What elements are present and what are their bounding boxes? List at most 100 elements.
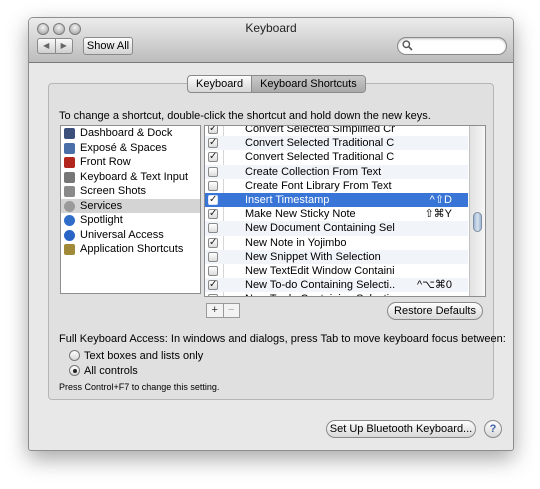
table-row[interactable]: New Snippet With Selection <box>205 249 468 264</box>
category-item[interactable]: Dashboard & Dock <box>61 126 200 141</box>
category-item[interactable]: Front Row <box>61 155 200 170</box>
enable-checkbox[interactable] <box>208 166 218 177</box>
setup-bluetooth-keyboard-button[interactable]: Set Up Bluetooth Keyboard... <box>326 420 476 438</box>
category-label: Front Row <box>80 156 131 168</box>
radio-label: All controls <box>84 365 138 377</box>
restore-defaults-button[interactable]: Restore Defaults <box>387 302 483 320</box>
keyboard-icon <box>64 171 75 183</box>
front-row-icon <box>64 157 75 168</box>
scrollbar-thumb[interactable] <box>473 212 482 232</box>
category-label: Exposé & Spaces <box>80 141 167 154</box>
gear-icon <box>64 200 75 212</box>
service-name: New Snippet With Selection <box>245 250 381 263</box>
table-row[interactable]: New To-do Containing Selecti... <box>205 292 468 296</box>
shortcut-keys[interactable]: ^⌥⌘0 <box>417 278 452 292</box>
service-name: New To-do Containing Selecti... <box>245 279 395 292</box>
table-row[interactable]: ✓ Convert Selected Traditional C... <box>205 150 468 164</box>
enable-checkbox[interactable]: ✓ <box>208 209 218 220</box>
enable-checkbox[interactable] <box>208 294 218 296</box>
category-item[interactable]: Application Shortcuts <box>61 242 200 257</box>
dashboard-icon <box>64 128 75 139</box>
enable-checkbox[interactable]: ✓ <box>208 152 218 163</box>
enable-checkbox[interactable]: ✓ <box>208 126 218 134</box>
service-name: New Note in Yojimbo <box>245 236 347 249</box>
table-row[interactable]: ✓ New To-do Containing Selecti... ^⌥⌘0 <box>205 278 468 293</box>
category-item[interactable]: Spotlight <box>61 213 200 228</box>
service-name: Convert Selected Traditional C... <box>245 137 395 150</box>
category-label: Universal Access <box>80 228 164 241</box>
category-label: Services <box>80 199 123 212</box>
radio-all-controls[interactable]: All controls <box>69 364 229 378</box>
remove-shortcut-button[interactable]: − <box>222 304 240 317</box>
back-button[interactable]: ◀ <box>38 39 55 53</box>
service-name: Create Font Library From Text <box>245 179 392 192</box>
table-row[interactable]: ✓ Convert Selected Simplified Ch... <box>205 125 468 136</box>
service-name: New TextEdit Window Containi... <box>245 264 395 277</box>
category-label: Application Shortcuts <box>80 243 184 255</box>
app-shortcuts-icon <box>64 244 75 255</box>
enable-checkbox[interactable]: ✓ <box>208 280 218 291</box>
radio-text-boxes-only[interactable]: Text boxes and lists only <box>69 349 229 363</box>
shortcut-keys[interactable]: ^⇧D <box>430 193 452 207</box>
screenshot-icon <box>64 186 75 197</box>
help-button[interactable]: ? <box>484 420 502 438</box>
table-row[interactable]: Create Font Library From Text <box>205 179 468 193</box>
category-item[interactable]: Exposé & Spaces <box>61 141 200 156</box>
enable-checkbox[interactable]: ✓ <box>208 237 218 248</box>
table-row[interactable]: ✓ Convert Selected Traditional C... <box>205 136 468 151</box>
category-item[interactable]: Keyboard & Text Input <box>61 170 200 185</box>
instructions-text: To change a shortcut, double-click the s… <box>59 110 431 122</box>
table-row[interactable]: ✓ Make New Sticky Note ⇧⌘Y <box>205 207 468 221</box>
service-name: Make New Sticky Note <box>245 208 356 221</box>
category-label: Screen Shots <box>80 185 147 197</box>
enable-checkbox[interactable]: ✓ <box>208 194 218 205</box>
category-item[interactable]: Universal Access <box>61 228 200 243</box>
category-list[interactable]: Dashboard & Dock Exposé & Spaces Front Row… <box>60 125 201 294</box>
service-name: New Document Containing Sele... <box>245 222 395 235</box>
table-row[interactable]: ✓ New Note in Yojimbo <box>205 236 468 250</box>
table-row[interactable]: New TextEdit Window Containi... <box>205 264 468 278</box>
category-label: Spotlight <box>80 214 123 226</box>
title-bar: Keyboard ◀ ▶ Show All <box>29 18 513 63</box>
table-row[interactable]: ✓ Insert Timestamp ^⇧D <box>205 192 468 208</box>
category-label: Dashboard & Dock <box>80 127 173 139</box>
service-name: Insert Timestamp <box>245 193 330 206</box>
accessibility-icon <box>64 229 75 241</box>
tab-keyboard[interactable]: Keyboard <box>188 76 251 92</box>
table-row[interactable]: New Document Containing Sele... <box>205 221 468 236</box>
service-name: New To-do Containing Selecti... <box>245 292 395 296</box>
enable-checkbox[interactable] <box>208 265 218 276</box>
enable-checkbox[interactable] <box>208 223 218 234</box>
service-name: Create Collection From Text <box>245 165 382 178</box>
keyboard-preferences-window: Keyboard ◀ ▶ Show All Keyboard Keyboard … <box>28 17 514 451</box>
enable-checkbox[interactable]: ✓ <box>208 138 218 149</box>
add-remove-control: + − <box>206 303 240 318</box>
full-keyboard-access-label: Full Keyboard Access: In windows and dia… <box>59 333 506 345</box>
radio-label: Text boxes and lists only <box>84 350 204 362</box>
back-forward-control: ◀ ▶ <box>37 38 73 54</box>
control-f7-note: Press Control+F7 to change this setting. <box>59 382 220 392</box>
radio-button-selected[interactable] <box>69 365 80 376</box>
vertical-scrollbar[interactable] <box>469 126 485 296</box>
table-row[interactable]: Create Collection From Text <box>205 164 468 179</box>
category-label: Keyboard & Text Input <box>80 170 189 183</box>
search-field[interactable] <box>397 37 507 55</box>
spotlight-icon <box>64 215 75 226</box>
shortcut-keys[interactable]: ⇧⌘Y <box>424 207 452 221</box>
window-title: Keyboard <box>245 21 297 35</box>
service-name: Convert Selected Traditional C... <box>245 151 395 164</box>
forward-button[interactable]: ▶ <box>54 39 73 53</box>
service-name: Convert Selected Simplified Ch... <box>245 125 395 135</box>
shortcut-rows: ✓ Convert Selected Simplified Ch... ✓ Conve… <box>205 125 468 296</box>
add-shortcut-button[interactable]: + <box>207 304 223 317</box>
tab-bar: Keyboard Keyboard Shortcuts <box>187 75 366 93</box>
radio-button[interactable] <box>69 350 80 361</box>
category-item[interactable]: Screen Shots <box>61 184 200 199</box>
enable-checkbox[interactable] <box>208 251 218 262</box>
category-item[interactable]: Services <box>61 198 200 213</box>
tab-keyboard-shortcuts[interactable]: Keyboard Shortcuts <box>251 76 365 92</box>
enable-checkbox[interactable] <box>208 180 218 191</box>
search-icon <box>402 40 413 51</box>
shortcuts-table[interactable]: ✓ Convert Selected Simplified Ch... ✓ Conve… <box>204 125 486 297</box>
show-all-button[interactable]: Show All <box>83 37 133 55</box>
